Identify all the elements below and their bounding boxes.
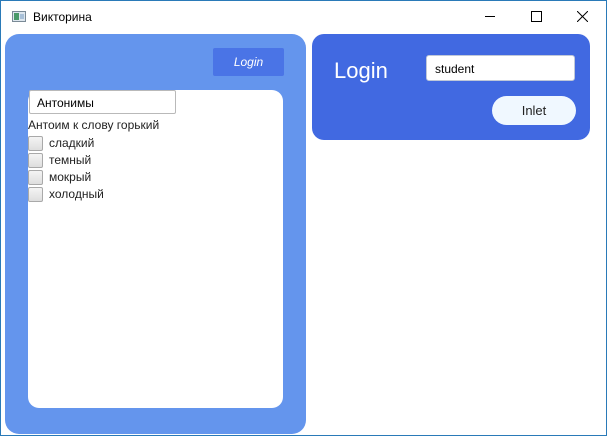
login-heading: Login bbox=[334, 58, 388, 83]
checkbox[interactable] bbox=[28, 135, 43, 151]
username-field[interactable]: student bbox=[426, 55, 575, 81]
app-window: Викторина Login Антонимы Антоим к слову … bbox=[0, 0, 607, 436]
option-checkbox[interactable]: сладкий bbox=[28, 135, 94, 151]
maximize-icon bbox=[530, 11, 542, 22]
maximize-button[interactable] bbox=[513, 1, 559, 32]
question-card: Антонимы Антоим к слову горький сладкий … bbox=[28, 90, 283, 408]
question-text: Антоим к слову горький bbox=[28, 118, 160, 132]
quiz-panel: Login Антонимы Антоим к слову горький сл… bbox=[5, 34, 306, 434]
login-panel: Login student Inlet bbox=[312, 34, 590, 140]
option-checkbox[interactable]: холодный bbox=[28, 186, 104, 202]
checkbox[interactable] bbox=[28, 152, 43, 168]
minimize-button[interactable] bbox=[467, 1, 513, 32]
inlet-button[interactable]: Inlet bbox=[492, 96, 576, 125]
option-label: мокрый bbox=[49, 170, 92, 184]
topic-field[interactable]: Антонимы bbox=[29, 90, 176, 114]
title-bar: Викторина bbox=[1, 1, 606, 32]
minimize-icon bbox=[484, 16, 495, 17]
option-checkbox[interactable]: мокрый bbox=[28, 169, 91, 185]
option-label: темный bbox=[49, 153, 92, 167]
option-label: сладкий bbox=[49, 136, 95, 150]
checkbox[interactable] bbox=[28, 186, 43, 202]
option-checkbox[interactable]: темный bbox=[28, 152, 91, 168]
checkbox[interactable] bbox=[28, 169, 43, 185]
close-button[interactable] bbox=[559, 1, 605, 32]
window-title: Викторина bbox=[33, 10, 92, 24]
login-button[interactable]: Login bbox=[213, 48, 284, 76]
close-icon bbox=[576, 11, 588, 22]
app-icon bbox=[12, 11, 26, 22]
option-label: холодный bbox=[49, 187, 104, 201]
